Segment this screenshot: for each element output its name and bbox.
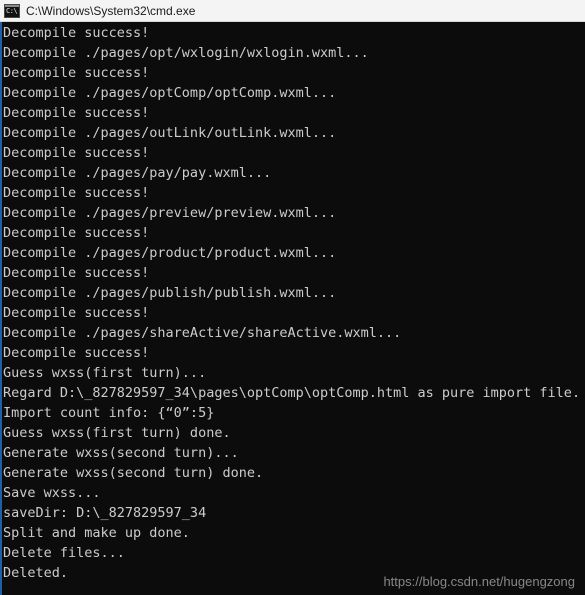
console-line: Guess wxss(first turn) done.: [3, 425, 231, 441]
cmd-icon-prompt-glyph: C:\: [6, 6, 18, 15]
console-line: Deleted.: [3, 565, 69, 581]
console-line: Decompile success!: [3, 105, 150, 121]
console-line: Save wxss...: [3, 485, 101, 501]
console-line: Generate wxss(second turn)...: [3, 445, 239, 461]
console-line: Decompile ./pages/outLink/outLink.wxml..…: [3, 125, 337, 141]
window-left-accent: [0, 22, 2, 595]
console-line: saveDir: D:\_827829597_34: [3, 505, 207, 521]
console-line: Decompile success!: [3, 65, 150, 81]
console-line: Decompile ./pages/shareActive/shareActiv…: [3, 325, 402, 341]
console-line: Decompile success!: [3, 305, 150, 321]
console-line: Decompile ./pages/pay/pay.wxml...: [3, 165, 272, 181]
console-line: Guess wxss(first turn)...: [3, 365, 207, 381]
cmd-console-icon: C:\: [4, 3, 20, 18]
console-line: Decompile ./pages/optComp/optComp.wxml..…: [3, 85, 337, 101]
console-line: Decompile success!: [3, 265, 150, 281]
console-line: Decompile success!: [3, 145, 150, 161]
console-line: Split and make up done.: [3, 525, 190, 541]
console-line: Regard D:\_827829597_34\pages\optComp\op…: [3, 385, 581, 401]
console-line: Decompile success!: [3, 345, 150, 361]
console-output: Decompile success! Decompile ./pages/opt/…: [3, 23, 585, 595]
console-line: Decompile success!: [3, 25, 150, 41]
console-line: Decompile ./pages/preview/preview.wxml..…: [3, 205, 337, 221]
console-line: Delete files...: [3, 545, 125, 561]
console-line: Decompile success!: [3, 225, 150, 241]
console-line: Decompile ./pages/opt/wxlogin/wxlogin.wx…: [3, 45, 369, 61]
window-title: C:\Windows\System32\cmd.exe: [26, 3, 196, 18]
console-line: Decompile ./pages/publish/publish.wxml..…: [3, 285, 337, 301]
console-line: Decompile success!: [3, 185, 150, 201]
console-line: Decompile ./pages/product/product.wxml..…: [3, 245, 337, 261]
console-line: Import count info: {“0”:5}: [3, 405, 215, 421]
console-surface[interactable]: Decompile success! Decompile ./pages/opt/…: [0, 22, 585, 595]
cmd-window: C:\ C:\Windows\System32\cmd.exe Decompil…: [0, 0, 585, 595]
window-titlebar[interactable]: C:\ C:\Windows\System32\cmd.exe: [0, 0, 585, 22]
console-line: Generate wxss(second turn) done.: [3, 465, 264, 481]
cmd-icon-screen: C:\: [5, 6, 19, 17]
